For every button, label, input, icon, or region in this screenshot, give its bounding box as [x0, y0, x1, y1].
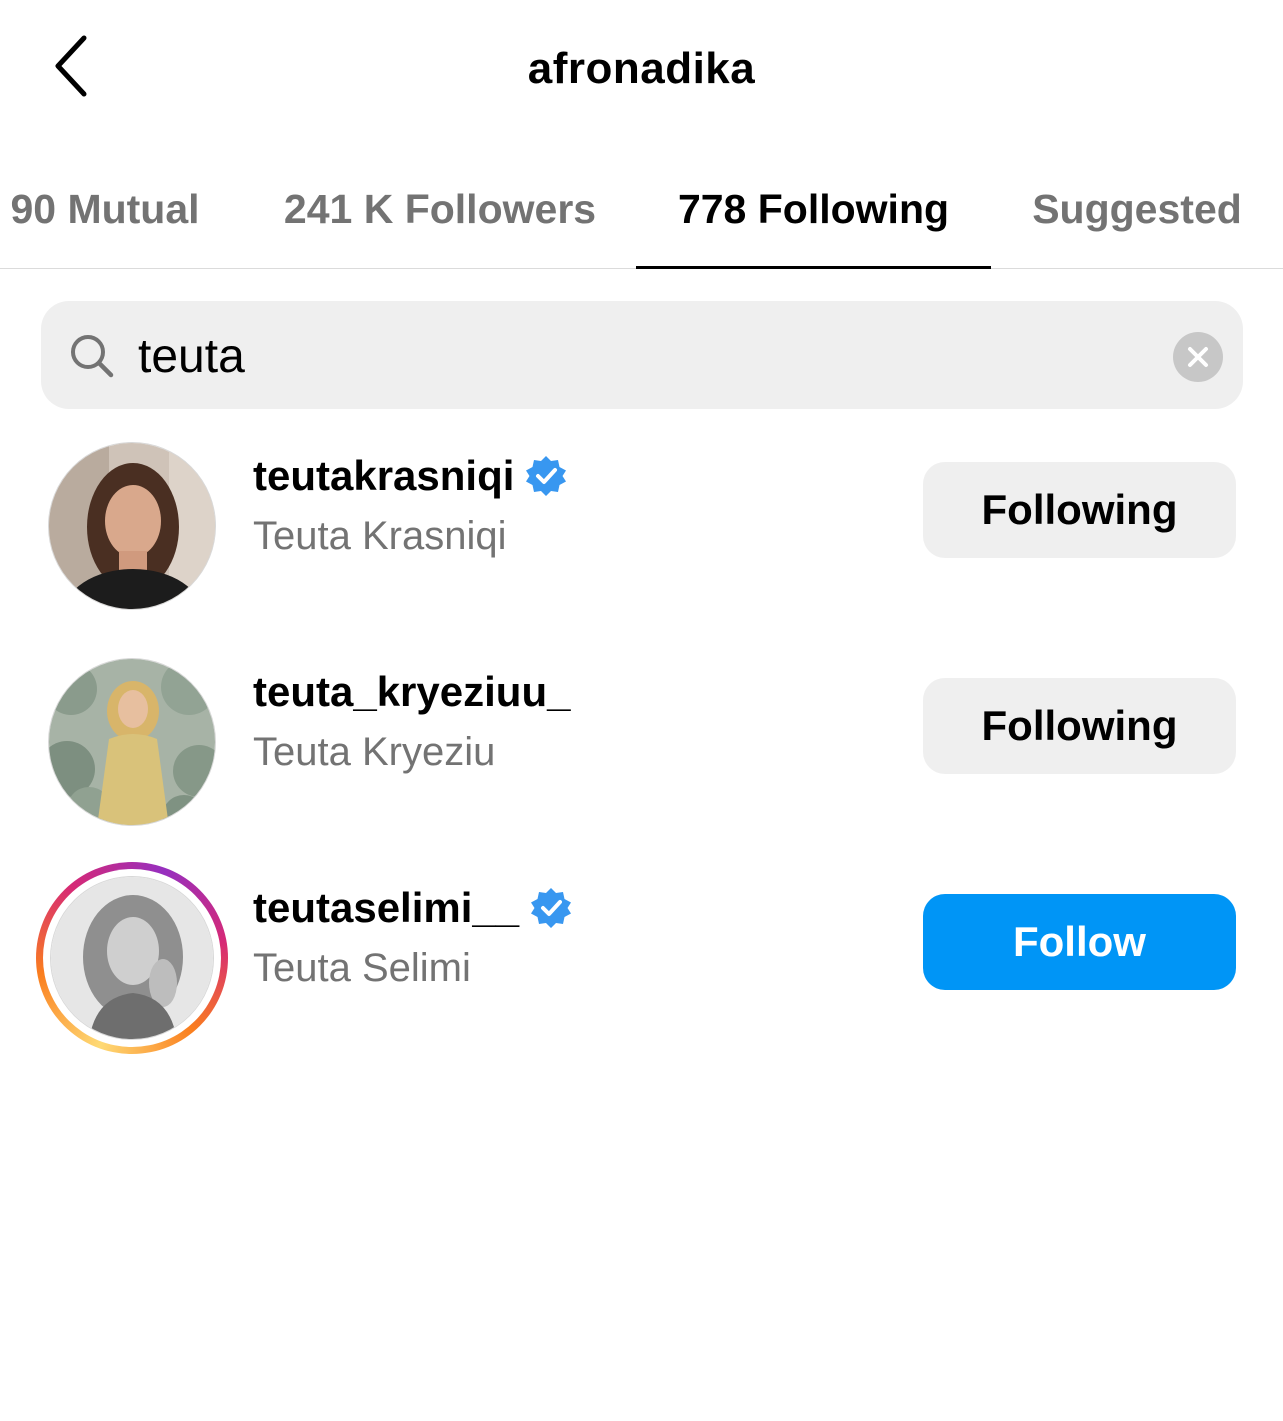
following-button[interactable]: Following — [923, 678, 1236, 774]
full-name: Teuta Kryeziu — [253, 730, 496, 774]
clear-icon — [1173, 332, 1223, 382]
username[interactable]: teutaselimi__ — [253, 884, 519, 932]
tab-followers[interactable]: 241 K Followers — [272, 150, 608, 268]
avatar[interactable] — [48, 658, 216, 826]
list-item[interactable]: teuta_kryeziuu_ Teuta Kryeziu Following — [0, 640, 1283, 826]
username[interactable]: teuta_kryeziuu_ — [253, 668, 570, 716]
avatar[interactable] — [48, 442, 216, 610]
list-item[interactable]: teutaselimi__ Teuta Selimi Follow — [0, 856, 1283, 1054]
tab-bar: 90 Mutual 241 K Followers 778 Following … — [0, 150, 1283, 269]
list-item[interactable]: teutakrasniqi Teuta Krasniqi Following — [0, 424, 1283, 610]
top-bar: afronadika — [0, 0, 1283, 140]
clear-search-button[interactable] — [1172, 331, 1224, 383]
profile-photo — [49, 659, 215, 825]
username-row: teutaselimi__ — [253, 884, 573, 932]
full-name: Teuta Krasniqi — [253, 514, 507, 558]
follow-button[interactable]: Follow — [923, 894, 1236, 990]
username-row: teuta_kryeziuu_ — [253, 668, 570, 716]
tab-following[interactable]: 778 Following — [636, 150, 991, 269]
search-input[interactable] — [138, 320, 1138, 392]
tab-mutual[interactable]: 90 Mutual — [0, 150, 214, 268]
tab-suggested[interactable]: Suggested — [1018, 150, 1256, 268]
search-icon — [71, 335, 114, 378]
verified-badge-icon — [531, 888, 572, 928]
page-title: afronadika — [527, 44, 756, 93]
full-name: Teuta Selimi — [253, 946, 471, 990]
profile-photo — [49, 443, 215, 609]
profile-photo — [51, 877, 213, 1039]
username-row: teutakrasniqi — [253, 452, 568, 500]
following-button[interactable]: Following — [923, 462, 1236, 558]
avatar[interactable] — [50, 876, 214, 1040]
username[interactable]: teutakrasniqi — [253, 452, 514, 500]
verified-badge-icon — [526, 456, 567, 496]
